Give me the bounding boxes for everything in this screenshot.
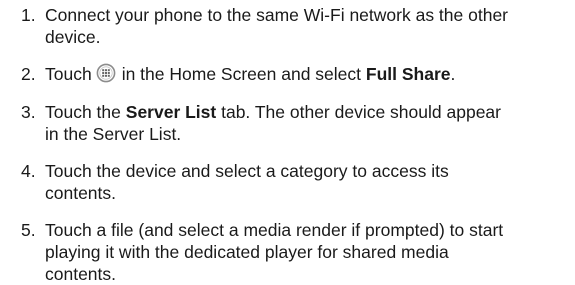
step-number: 5. xyxy=(21,220,36,240)
instruction-steps-list: 1. Connect your phone to the same Wi-Fi … xyxy=(0,0,575,284)
step-text-line: contents. xyxy=(45,183,117,203)
step-text: Connect your phone to the same Wi-Fi net… xyxy=(45,4,571,48)
step-text-line: Touch the device and select a category t… xyxy=(45,161,449,181)
step-text-fragment: tab. The other device should appear xyxy=(221,102,501,122)
step-text-line: Touch a file (and select a media render … xyxy=(45,220,504,240)
step-number: 3. xyxy=(21,102,36,122)
step-text-line: in the Server List. xyxy=(45,124,182,144)
step-bold-term: Server List xyxy=(125,102,217,122)
step-number: 2. xyxy=(21,64,36,84)
step-text-line: Connect your phone to the same Wi-Fi net… xyxy=(45,5,509,25)
step-text: Touch a file (and select a media render … xyxy=(45,219,571,285)
apps-grid-icon xyxy=(96,63,116,83)
step-number: 4. xyxy=(21,161,36,181)
step-text: Touch the Server List tab. The other dev… xyxy=(45,101,571,145)
step-text-fragment: Touch xyxy=(45,64,92,84)
step-text-fragment: in the Home Screen and select xyxy=(121,64,362,84)
step-text-line: contents. xyxy=(45,264,117,284)
step-text-fragment: Touch the xyxy=(45,102,121,122)
step-text-line: playing it with the dedicated player for… xyxy=(45,242,449,262)
step-text: Touch the device and select a category t… xyxy=(45,160,571,204)
step-text: Touch in the Home Screen and select Full… xyxy=(45,63,571,85)
step-text-line: device. xyxy=(45,27,101,47)
step-text-fragment: . xyxy=(450,64,456,84)
step-number: 1. xyxy=(21,5,36,25)
step-bold-term: Full Share xyxy=(365,64,451,84)
